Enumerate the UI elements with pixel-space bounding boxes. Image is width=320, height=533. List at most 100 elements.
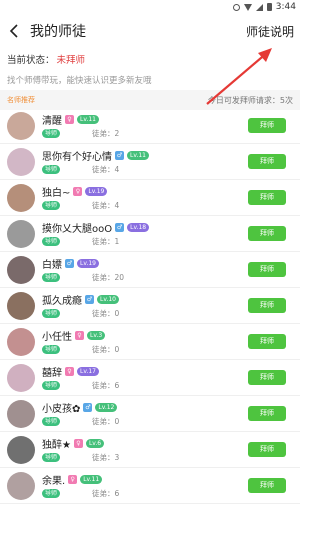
mentor-rules-link[interactable]: 师徒说明: [246, 23, 294, 40]
mentor-row: 孤久成瘾 ♂ Lv.10 导师 徒弟：0 拜师: [0, 288, 300, 324]
gender-badge: ♂: [85, 294, 94, 304]
current-status: 当前状态： 未拜师: [0, 48, 300, 70]
mentor-name: 独醉★: [42, 439, 71, 451]
section-title: 名师推荐: [7, 96, 35, 104]
apprentice-button[interactable]: 拜师: [248, 406, 286, 421]
mentor-row: 小皮孩✿ ♂ Lv.12 导师 徒弟：0 拜师: [0, 396, 300, 432]
gender-badge: ♀: [75, 330, 84, 340]
mentor-row: 独白~ ♀ Lv.19 导师 徒弟：4 拜师: [0, 180, 300, 216]
avatar[interactable]: [7, 435, 35, 464]
mentor-badge: 导师: [42, 272, 61, 282]
gender-badge: ♂: [83, 402, 93, 412]
mentor-badge: 导师: [42, 236, 61, 246]
apprentice-button[interactable]: 拜师: [248, 118, 286, 133]
status-label: 当前状态：: [7, 55, 55, 66]
apprentice-button[interactable]: 拜师: [248, 298, 286, 313]
gender-badge: ♀: [65, 114, 74, 124]
gender-badge: ♀: [68, 474, 78, 484]
mentor-badge: 导师: [42, 308, 61, 318]
mentor-row: 囍辞 ♀ Lv.17 导师 徒弟：6 拜师: [0, 360, 300, 396]
wifi-icon: [243, 3, 252, 11]
level-badge: Lv.6: [85, 438, 105, 448]
app-header: 我的师徒 师徒说明: [0, 14, 300, 48]
level-badge: Lv.18: [127, 222, 150, 232]
mentor-row: 思你有个好心情 ♂ Lv.11 导师 徒弟：4 拜师: [0, 144, 300, 180]
gender-badge: ♂: [115, 222, 125, 232]
apprentice-button[interactable]: 拜师: [248, 334, 286, 349]
disciple-count: 徒弟：2: [92, 128, 120, 138]
mentor-badge: 导师: [42, 128, 61, 138]
disciple-count: 徒弟：0: [92, 308, 120, 318]
mentor-badge: 导师: [42, 344, 61, 354]
gender-badge: ♂: [115, 150, 124, 160]
level-badge: Lv.17: [77, 366, 99, 376]
level-badge: Lv.11: [80, 474, 103, 484]
mentor-row: 独醉★ ♀ Lv.6 导师 徒弟：3 拜师: [0, 432, 300, 468]
status-bar: 3:44: [0, 0, 300, 14]
apprentice-button[interactable]: 拜师: [248, 370, 286, 385]
daily-request-count: 今日可发拜师请求：5次: [207, 95, 293, 105]
mentor-name: 小皮孩✿: [42, 403, 81, 415]
avatar[interactable]: [7, 183, 35, 212]
mentor-badge: 导师: [42, 164, 61, 174]
mentor-name: 小任性: [42, 331, 72, 343]
avatar[interactable]: [7, 471, 35, 500]
apprentice-button[interactable]: 拜师: [248, 478, 286, 493]
disciple-count: 徒弟：1: [92, 236, 120, 246]
avatar[interactable]: [7, 363, 35, 392]
mentor-name: 清醒: [42, 115, 62, 127]
mentor-row: 余果. ♀ Lv.11 导师 徒弟：6 拜师: [0, 468, 300, 504]
avatar[interactable]: [7, 327, 35, 356]
mentor-name: 思你有个好心情: [42, 151, 112, 163]
mentor-name: 余果.: [42, 475, 66, 487]
battery-icon: [266, 3, 272, 11]
apprentice-button[interactable]: 拜师: [248, 226, 286, 241]
mentor-name: 白嫖: [42, 259, 62, 271]
mentor-badge: 导师: [42, 488, 61, 498]
avatar[interactable]: [7, 147, 35, 176]
level-badge: Lv.11: [77, 114, 99, 124]
back-arrow-icon: [9, 24, 18, 38]
avatar[interactable]: [7, 399, 35, 428]
gender-badge: ♀: [73, 438, 83, 448]
gender-badge: ♀: [73, 186, 83, 196]
status-value: 未拜师: [56, 55, 86, 66]
gender-badge: ♀: [65, 366, 74, 376]
disciple-count: 徒弟：0: [92, 344, 120, 354]
avatar[interactable]: [7, 111, 35, 140]
mentor-badge: 导师: [42, 200, 61, 210]
mentor-name: 摸你乂大腿ooO: [42, 223, 113, 235]
mentor-badge: 导师: [42, 380, 61, 390]
avatar[interactable]: [7, 255, 35, 284]
mentor-badge: 导师: [42, 452, 61, 462]
level-badge: Lv.19: [77, 258, 99, 268]
mentor-name: 独白~: [42, 187, 71, 199]
mentor-badge: 导师: [42, 416, 61, 426]
back-button[interactable]: [0, 14, 28, 48]
section-header: 名师推荐 今日可发拜师请求：5次: [0, 90, 300, 110]
disciple-count: 徒弟：4: [92, 164, 120, 174]
apprentice-button[interactable]: 拜师: [248, 190, 286, 205]
hint-text: 找个师傅带玩，能快速认识更多新友哦: [7, 76, 152, 86]
apprentice-button[interactable]: 拜师: [248, 442, 286, 457]
notification-icon: [232, 3, 240, 11]
mentor-row: 白嫖 ♂ Lv.19 导师 徒弟：20 拜师: [0, 252, 300, 288]
disciple-count: 徒弟：6: [92, 488, 120, 498]
page-title: 我的师徒: [30, 24, 86, 40]
apprentice-button[interactable]: 拜师: [248, 262, 286, 277]
disciple-count: 徒弟：3: [92, 452, 120, 462]
avatar[interactable]: [7, 219, 35, 248]
avatar[interactable]: [7, 291, 35, 320]
disciple-count: 徒弟：4: [92, 200, 120, 210]
gender-badge: ♂: [65, 258, 74, 268]
disciple-count: 徒弟：20: [92, 272, 125, 282]
level-badge: Lv.19: [85, 186, 108, 196]
level-badge: Lv.11: [127, 150, 149, 160]
mentor-row: 摸你乂大腿ooO ♂ Lv.18 导师 徒弟：1 拜师: [0, 216, 300, 252]
level-badge: Lv.10: [97, 294, 119, 304]
mentor-list: 清醒 ♀ Lv.11 导师 徒弟：2 拜师 思你有个好心情 ♂ Lv.11 导师…: [0, 108, 300, 504]
level-badge: Lv.3: [87, 330, 106, 340]
apprentice-button[interactable]: 拜师: [248, 154, 286, 169]
disciple-count: 徒弟：6: [92, 380, 120, 390]
status-time: 3:44: [275, 2, 296, 12]
